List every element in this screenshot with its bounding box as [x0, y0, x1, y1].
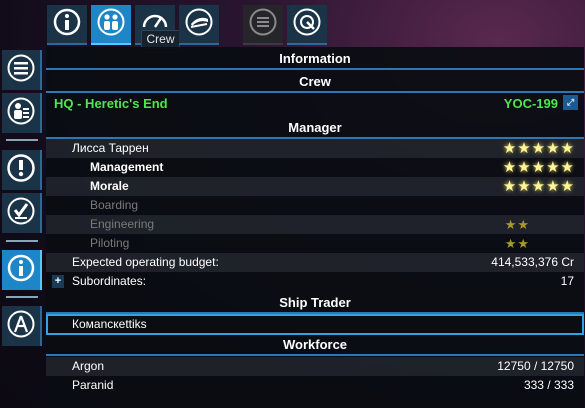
ship-trader-row[interactable]: Комancкеttiks [46, 314, 584, 335]
sidebar-property[interactable] [2, 93, 42, 133]
panel-title: Information [46, 49, 584, 70]
sidebar-alerts[interactable] [2, 150, 42, 190]
sidebar-divider [6, 296, 38, 298]
workforce-row: Paranid 333 / 333 [46, 376, 584, 395]
manager-stars: ★★★★★ [502, 140, 575, 157]
crew-header: Crew [46, 72, 584, 93]
tab-ship[interactable] [179, 5, 219, 45]
workforce-race: Paranid [72, 378, 114, 392]
expand-icon[interactable]: ⤢ [563, 95, 578, 110]
skill-stars: ★★★★★ [502, 159, 575, 176]
property-owned-icon [6, 96, 36, 131]
skill-stars: ★★ [504, 217, 530, 232]
budget-label: Expected operating budget: [72, 255, 219, 269]
sidebar-info[interactable] [2, 250, 42, 290]
menu-list-icon [6, 53, 36, 88]
subordinates-label: Subordinates: [72, 274, 147, 288]
budget-row: Expected operating budget: 414,533,376 C… [46, 253, 584, 272]
list-icon [248, 7, 278, 42]
tab-list[interactable] [243, 5, 283, 45]
compass-icon [6, 309, 36, 344]
ship-trader-name: Комancкеttiks [72, 317, 147, 331]
workforce-value: 333 / 333 [523, 378, 574, 392]
skill-row: Management ★★★★★ [46, 158, 584, 177]
tab-target[interactable] [287, 5, 327, 45]
expand-plus-button[interactable]: + [52, 275, 64, 288]
info-icon [6, 253, 36, 288]
skill-label: Morale [90, 179, 129, 193]
target-icon [292, 7, 322, 42]
station-name: HQ - Heretic's End [54, 96, 168, 111]
workforce-row: Argon 12750 / 12750 [46, 357, 584, 376]
sidebar-divider [6, 240, 38, 242]
ship-icon [184, 7, 214, 42]
crew-icon [96, 7, 126, 42]
skill-label: Piloting [90, 236, 130, 250]
skill-label: Management [90, 160, 164, 174]
skill-row: Boarding [46, 196, 584, 215]
skill-row: Piloting ★★ [46, 234, 584, 253]
alert-icon [6, 153, 36, 188]
workforce-race: Argon [72, 359, 105, 373]
sidebar-navigation[interactable] [2, 306, 42, 346]
station-code: YOC-199 [503, 96, 558, 111]
tab-info[interactable] [47, 5, 87, 45]
budget-value: 414,533,376 Cr [491, 255, 574, 269]
skill-stars: ★★★★★ [502, 178, 575, 195]
station-row: HQ - Heretic's End YOC-199 ⤢ [46, 94, 584, 113]
skill-label: Boarding [90, 198, 139, 212]
info-icon [52, 7, 82, 42]
subordinates-value: 17 [560, 274, 574, 288]
ship-trader-header: Ship Trader [46, 293, 584, 314]
manager-name: Лисса Таррен [72, 141, 149, 155]
tab-crew[interactable] [91, 5, 131, 45]
standing-orders-icon [6, 196, 36, 231]
subordinates-row[interactable]: + Subordinates: 17 [46, 272, 584, 291]
manager-header: Manager [46, 118, 584, 139]
skill-stars: ★★ [504, 236, 530, 251]
skill-row: Engineering ★★ [46, 215, 584, 234]
sidebar-menu[interactable] [2, 50, 42, 90]
workforce-value: 12750 / 12750 [497, 359, 574, 373]
sidebar-orders[interactable] [2, 193, 42, 233]
skill-label: Engineering [90, 217, 155, 231]
skill-row: Morale ★★★★★ [46, 177, 584, 196]
manager-row[interactable]: Лисса Таррен ★★★★★ [46, 139, 584, 158]
sidebar-divider [6, 139, 38, 141]
workforce-header: Workforce [46, 335, 584, 356]
